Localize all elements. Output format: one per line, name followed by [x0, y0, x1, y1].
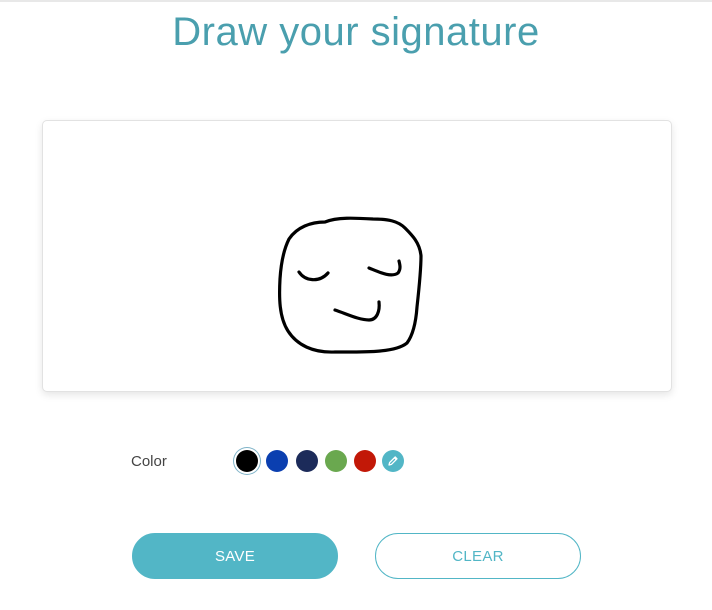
page-title: Draw your signature [172, 10, 540, 54]
swatch-custom-pen[interactable] [382, 450, 404, 472]
pencil-icon [388, 456, 398, 466]
swatch-navy[interactable] [296, 450, 318, 472]
swatch-red[interactable] [354, 450, 376, 472]
signature-stroke-outline [277, 216, 423, 354]
save-button[interactable]: SAVE [132, 533, 338, 579]
signature-stroke-right-eye [367, 259, 402, 277]
swatch-blue[interactable] [266, 450, 288, 472]
signature-canvas[interactable] [42, 120, 672, 392]
swatch-black[interactable] [236, 450, 258, 472]
signature-drawing [277, 216, 423, 354]
clear-button[interactable]: CLEAR [375, 533, 581, 579]
signature-stroke-left-eye [297, 270, 330, 282]
signature-stroke-mouth [333, 300, 381, 322]
top-divider [0, 0, 712, 2]
color-label: Color [131, 453, 167, 470]
swatch-green[interactable] [325, 450, 347, 472]
